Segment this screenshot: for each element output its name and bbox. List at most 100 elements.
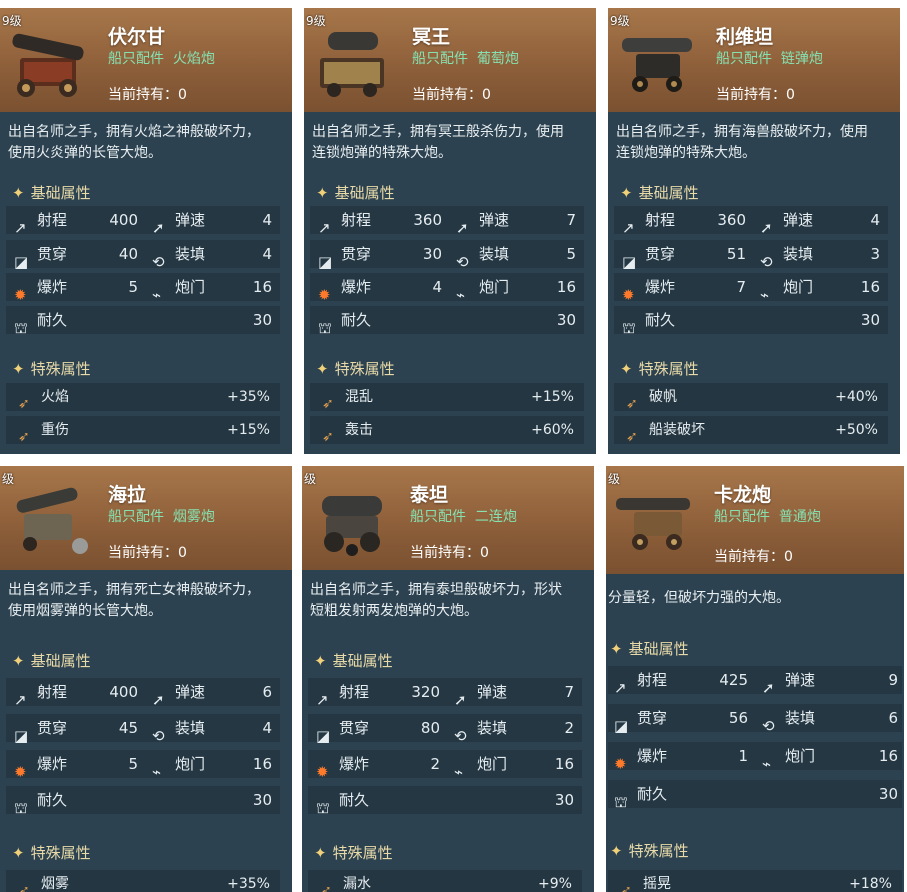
cannon-card[interactable]: 级 卡龙炮 船只配件 普通炮 当前持有：0 分量轻，但破坏力强的大炮。 ✦ 基础属… [606,466,904,892]
speed-icon: ➚ [152,218,165,237]
stat-ports-value: 16 [252,278,272,296]
pierce-icon: ◪ [14,252,29,271]
speed-icon: ➚ [760,218,773,237]
cannon-name: 利维坦 [716,26,774,48]
range-icon: ↗ [316,690,329,709]
card-header: 级 海拉 船只配件 烟雾炮 当前持有：0 [0,466,292,570]
range-icon: ↗ [14,690,27,709]
stat-pierce: ◪ 贯穿 [614,709,668,735]
special-icon: ➶ [18,883,30,892]
stat-row: ✹ 爆炸 7 ⌁ 炮门 16 [614,273,888,304]
explode-icon: ✹ [614,754,627,773]
stat-pierce: ◪ 贯穿 [318,245,372,271]
stat-range: ↗ 射程 [14,683,68,709]
explode-icon: ✹ [14,285,27,304]
explode-icon: ✹ [14,762,27,781]
stat-speed-value: 9 [888,671,898,689]
card-header: 9级 利维坦 船只配件 链弹炮 当前持有：0 [608,8,900,112]
special-attributes-title: ✦ 特殊属性 [316,360,395,378]
stat-speed: ➚ 弹速 [762,671,816,697]
special-attributes-title: ✦ 特殊属性 [12,844,91,862]
stat-durability: ⛫ 耐久 [614,785,668,811]
cannon-name: 海拉 [108,484,147,506]
stat-speed-value: 4 [262,211,272,229]
speed-icon: ➚ [454,690,467,709]
stat-pierce-value: 51 [726,245,746,263]
cannon-description: 出自名师之手，拥有冥王般杀伤力，使用连锁炮弹的特殊大炮。 [312,124,564,161]
stat-reload-value: 4 [262,719,272,737]
cannon-card[interactable]: 9级 冥王 船只配件 葡萄炮 当前持有：0 出自名师之手，拥有冥王般杀伤力，使用… [304,8,596,454]
cannon-icon [16,487,88,554]
stat-row: ◪ 贯穿 30 ⟲ 装填 5 [310,240,584,271]
pierce-icon: ◪ [622,252,637,271]
cannon-card[interactable]: 级 泰坦 船只配件 二连炮 当前持有：0 出自名师之手，拥有泰坦般破坏力，形状短… [302,466,594,892]
explode-icon: ✹ [318,285,331,304]
cannon-description: 出自名师之手，拥有死亡女神般破坏力，使用烟雾弹的长管大炮。 [8,582,260,619]
special-row: ➶ 船装破坏 +50% [614,416,888,445]
pierce-icon: ◪ [614,716,629,735]
cannon-icon [616,498,690,550]
stat-range: ↗ 射程 [316,683,370,709]
stat-explode: ✹ 爆炸 [14,755,68,781]
special-icon: ➶ [626,396,638,412]
stat-reload: ⟲ 装填 [760,245,814,271]
stat-row: ⛫ 耐久 30 [6,786,280,817]
stat-speed: ➚ 弹速 [454,683,508,709]
stat-durability-value: 30 [252,791,272,809]
stat-durability: ⛫ 耐久 [318,311,372,337]
special-row: ➶ 火焰 +35% [6,383,280,412]
ports-icon: ⌁ [454,762,464,781]
reload-icon: ⟲ [456,252,469,271]
holding-count: 当前持有：0 [716,87,795,103]
cannon-card[interactable]: 9级 伏尔甘 船只配件 火焰炮 当前持有：0 出自名师之手，拥有火焰之神般破坏力… [0,8,292,454]
cannon-card[interactable]: 级 海拉 船只配件 烟雾炮 当前持有：0 出自名师之手，拥有死亡女神般破坏力，使… [0,466,292,892]
reload-icon: ⟲ [152,726,165,745]
stat-row: ⛫ 耐久 30 [6,306,280,337]
cannon-card[interactable]: 9级 利维坦 船只配件 链弹炮 当前持有：0 出自名师之手，拥有海兽般破坏力，使… [608,8,900,454]
stat-durability: ⛫ 耐久 [316,791,370,817]
special-icon: ➶ [322,396,334,412]
special-row: ➶ 摇晃 +18% [608,870,902,892]
card-header: 9级 伏尔甘 船只配件 火焰炮 当前持有：0 [0,8,292,112]
card-header: 级 卡龙炮 船只配件 普通炮 当前持有：0 [606,466,904,574]
reload-icon: ⟲ [152,252,165,271]
stat-range: ↗ 射程 [614,671,668,697]
card-header: 级 泰坦 船只配件 二连炮 当前持有：0 [302,466,594,570]
stat-ports: ⌁ 炮门 [762,747,816,773]
stat-speed-value: 7 [564,683,574,701]
ports-icon: ⌁ [152,285,162,304]
cannon-icon [622,38,692,92]
cannon-description: 分量轻，但破坏力强的大炮。 [608,590,790,606]
special-row: ➶ 混乱 +15% [310,383,584,412]
special-icon: ➶ [620,883,632,892]
basic-attributes-title: ✦ 基础属性 [620,184,699,202]
stat-range-value: 320 [411,683,440,701]
stat-speed: ➚ 弹速 [456,211,510,237]
durability-icon: ⛫ [316,798,330,817]
basic-attributes-title: ✦ 基础属性 [610,640,689,658]
cannon-icon [320,32,384,97]
special-attributes-title: ✦ 特殊属性 [610,842,689,860]
cannon-name: 冥王 [412,26,451,48]
basic-attributes-title: ✦ 基础属性 [316,184,395,202]
stat-range: ↗ 射程 [318,211,372,237]
stat-explode: ✹ 爆炸 [318,278,372,304]
stat-reload-value: 6 [888,709,898,727]
explode-icon: ✹ [622,285,635,304]
reload-icon: ⟲ [454,726,467,745]
stat-ports: ⌁ 炮门 [454,755,508,781]
stat-reload-value: 3 [870,245,880,263]
stat-durability-value: 30 [554,791,574,809]
cannon-name: 卡龙炮 [714,484,772,506]
stat-explode-value: 1 [738,747,748,765]
special-row: ➶ 轰击 +60% [310,416,584,445]
stat-pierce: ◪ 贯穿 [14,245,68,271]
speed-icon: ➚ [456,218,469,237]
holding-count: 当前持有：0 [108,545,187,561]
stat-speed-value: 7 [566,211,576,229]
stat-range-value: 400 [109,211,138,229]
stat-explode-value: 2 [430,755,440,773]
range-icon: ↗ [14,218,27,237]
pierce-icon: ◪ [318,252,333,271]
stat-row: ◪ 贯穿 45 ⟲ 装填 4 [6,714,280,745]
